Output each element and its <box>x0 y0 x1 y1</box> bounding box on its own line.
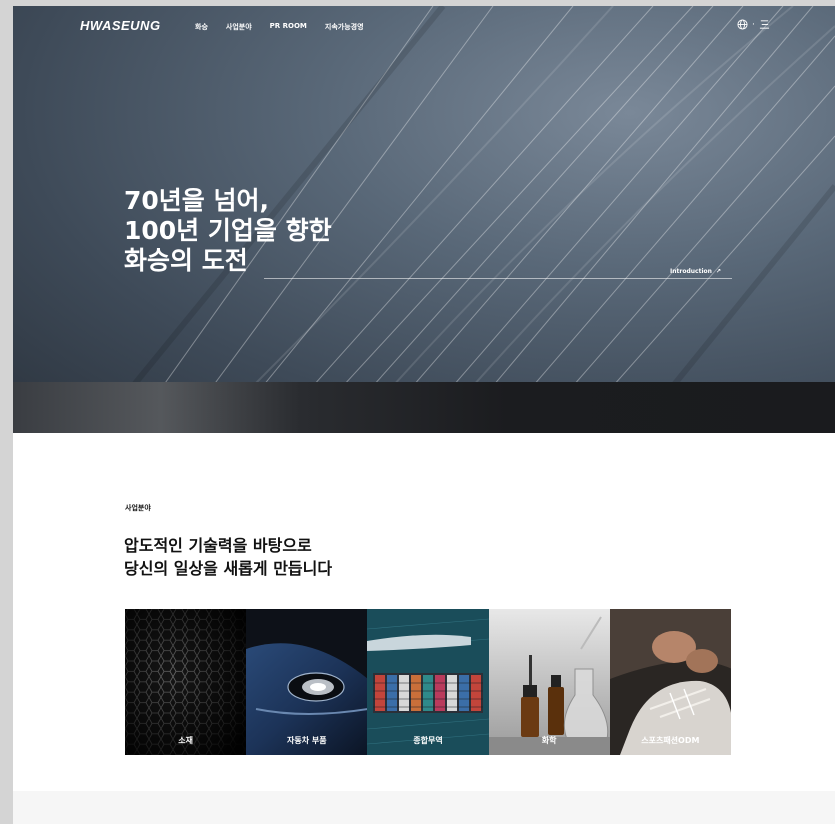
business-card-material[interactable]: 소재 <box>125 609 247 755</box>
main-nav: 화승 사업분야 PR ROOM 지속가능경영 <box>195 22 382 32</box>
business-card-grid: 소재 자동차 부품 종합무역 화학 스포츠패션ODM <box>125 609 731 755</box>
hero-title-line-2: 100년 기업을 향한 <box>124 216 332 245</box>
business-card-label: 소재 <box>178 736 193 745</box>
nav-item-business[interactable]: 사업분야 <box>226 22 252 32</box>
section-heading: 압도적인 기술력을 바탕으로 당신의 일상을 새롭게 만듭니다 <box>124 534 332 580</box>
business-card-auto-parts[interactable]: 자동차 부품 <box>246 609 368 755</box>
section-heading-line-1: 압도적인 기술력을 바탕으로 <box>124 536 312 555</box>
nav-item-pr-room[interactable]: PR ROOM <box>270 22 307 32</box>
business-card-sports-fashion[interactable]: 스포츠패션ODM <box>609 609 731 755</box>
site-logo[interactable]: HWASEUNG <box>80 18 161 33</box>
container-ship-image <box>367 609 489 755</box>
honeycomb-material-image <box>125 609 247 755</box>
business-card-trade[interactable]: 종합무역 <box>367 609 489 755</box>
introduction-link[interactable]: Introduction ↗ <box>670 268 721 275</box>
arrow-up-right-icon: ↗ <box>715 268 721 275</box>
business-card-chemical[interactable]: 화학 <box>488 609 610 755</box>
sneaker-lacing-image <box>609 609 731 755</box>
car-headlight-image <box>246 609 368 755</box>
hamburger-menu-icon[interactable] <box>759 19 770 30</box>
business-card-label: 종합무역 <box>413 736 443 745</box>
business-card-label: 자동차 부품 <box>286 736 327 745</box>
page: HWASEUNG 화승 사업분야 PR ROOM 지속가능경영 · 70년을 넘… <box>13 6 835 824</box>
business-card-label: 스포츠패션ODM <box>641 736 700 745</box>
next-section-band <box>13 791 835 824</box>
nav-item-hwaseung[interactable]: 화승 <box>195 22 208 32</box>
chemistry-bottles-image <box>488 609 610 755</box>
section-heading-line-2: 당신의 일상을 새롭게 만듭니다 <box>124 559 333 578</box>
nav-item-sustainability[interactable]: 지속가능경영 <box>325 22 364 32</box>
hero-title-line-1: 70년을 넘어, <box>124 186 269 215</box>
global-navigation: HWASEUNG 화승 사업분야 PR ROOM 지속가능경영 · <box>13 6 835 46</box>
introduction-link-label: Introduction <box>670 268 712 275</box>
hero-title-line-3: 화승의 도전 <box>124 246 248 275</box>
hero-section: HWASEUNG 화승 사업분야 PR ROOM 지속가능경영 · 70년을 넘… <box>13 6 835 433</box>
utility-separator: · <box>752 19 755 30</box>
globe-icon[interactable] <box>737 19 748 30</box>
hero-title: 70년을 넘어, 100년 기업을 향한 화승의 도전 <box>124 186 332 276</box>
hero-bottom-band <box>13 382 835 433</box>
hero-divider <box>264 278 732 279</box>
section-label: 사업분야 <box>125 504 151 512</box>
business-card-label: 화학 <box>541 736 557 745</box>
header-utilities: · <box>737 19 770 30</box>
